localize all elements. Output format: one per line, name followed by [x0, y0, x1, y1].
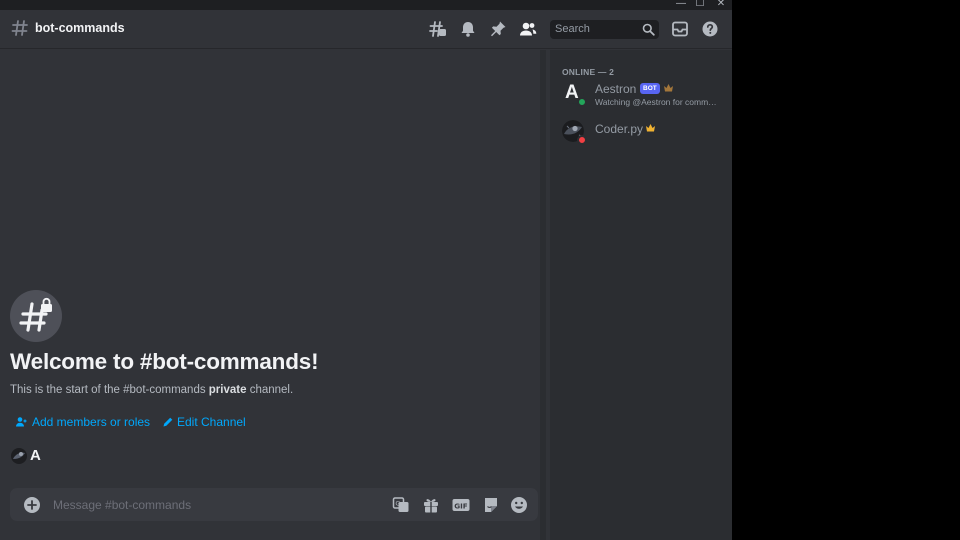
search-box[interactable]: Search — [550, 20, 659, 39]
threads-icon[interactable] — [429, 20, 447, 38]
member-aestron[interactable]: A Aestron BOT Watching @Aestron for comm… — [558, 82, 728, 116]
help-icon[interactable] — [701, 20, 719, 38]
welcome-subtitle-private: private — [208, 384, 247, 396]
search-input[interactable]: Search — [555, 23, 590, 35]
aestron-avatar-small: A — [30, 447, 41, 464]
online-header: ONLINE — 2 — [562, 67, 615, 77]
pin-icon[interactable] — [489, 20, 507, 38]
svg-text:GIF: GIF — [454, 501, 468, 510]
attach-button[interactable] — [24, 497, 40, 513]
plus-icon — [27, 500, 37, 510]
welcome-subtitle-end: channel. — [246, 384, 294, 396]
member-coder-py[interactable]: Coder.py — [558, 120, 728, 154]
locked-hash-icon — [19, 297, 52, 332]
typing-avatars: A — [10, 447, 50, 465]
channel-title: bot-commands — [35, 21, 125, 35]
member-list: ONLINE — 2 A Aestron BOT Watching @Aestr… — [550, 50, 732, 540]
member-name: Coder.py — [595, 122, 644, 136]
translate-icon[interactable]: G — [392, 496, 410, 514]
welcome-subtitle-start: This is the start of the #bot-commands — [10, 384, 209, 396]
online-status-icon — [577, 97, 587, 107]
sticker-icon[interactable] — [482, 496, 500, 514]
svg-text:G: G — [395, 500, 400, 508]
bot-tag: BOT — [640, 83, 660, 94]
search-icon — [642, 23, 655, 36]
edit-channel-label: Edit Channel — [177, 415, 246, 429]
inbox-icon[interactable] — [671, 20, 689, 38]
channel-hash-icon — [11, 20, 28, 36]
crown-icon — [646, 124, 655, 132]
message-input[interactable]: Message #bot-commands — [53, 498, 191, 512]
gif-icon[interactable]: GIF — [452, 496, 470, 514]
welcome-subtitle: This is the start of the #bot-commands p… — [10, 384, 293, 396]
dnd-status-icon — [577, 135, 587, 145]
channel-header: bot-commands Search — [0, 10, 732, 49]
emoji-icon[interactable] — [510, 496, 528, 514]
channel-badge — [10, 290, 62, 342]
chat-scrollbar[interactable] — [540, 50, 546, 540]
minimize-button[interactable]: — — [672, 0, 690, 10]
chat-area — [0, 50, 540, 540]
bell-icon[interactable] — [459, 20, 477, 38]
members-icon[interactable] — [519, 20, 537, 38]
pencil-icon — [163, 417, 173, 427]
welcome-title: Welcome to #bot-commands! — [10, 349, 319, 374]
close-button[interactable]: ✕ — [712, 0, 730, 10]
title-bar: — ☐ ✕ — [0, 0, 732, 10]
add-members-label: Add members or roles — [32, 415, 151, 429]
add-user-icon — [16, 417, 27, 427]
gift-icon[interactable] — [422, 496, 440, 514]
crown-icon — [664, 84, 673, 92]
discord-window: — ☐ ✕ bot-commands Search Welcome to #bo… — [0, 0, 732, 540]
message-composer[interactable]: Message #bot-commands G GIF — [10, 488, 538, 521]
member-name: Aestron — [595, 82, 637, 96]
maximize-button[interactable]: ☐ — [691, 0, 709, 10]
coder-avatar-small — [11, 448, 27, 464]
member-activity: Watching @Aestron for comm… — [595, 97, 717, 107]
